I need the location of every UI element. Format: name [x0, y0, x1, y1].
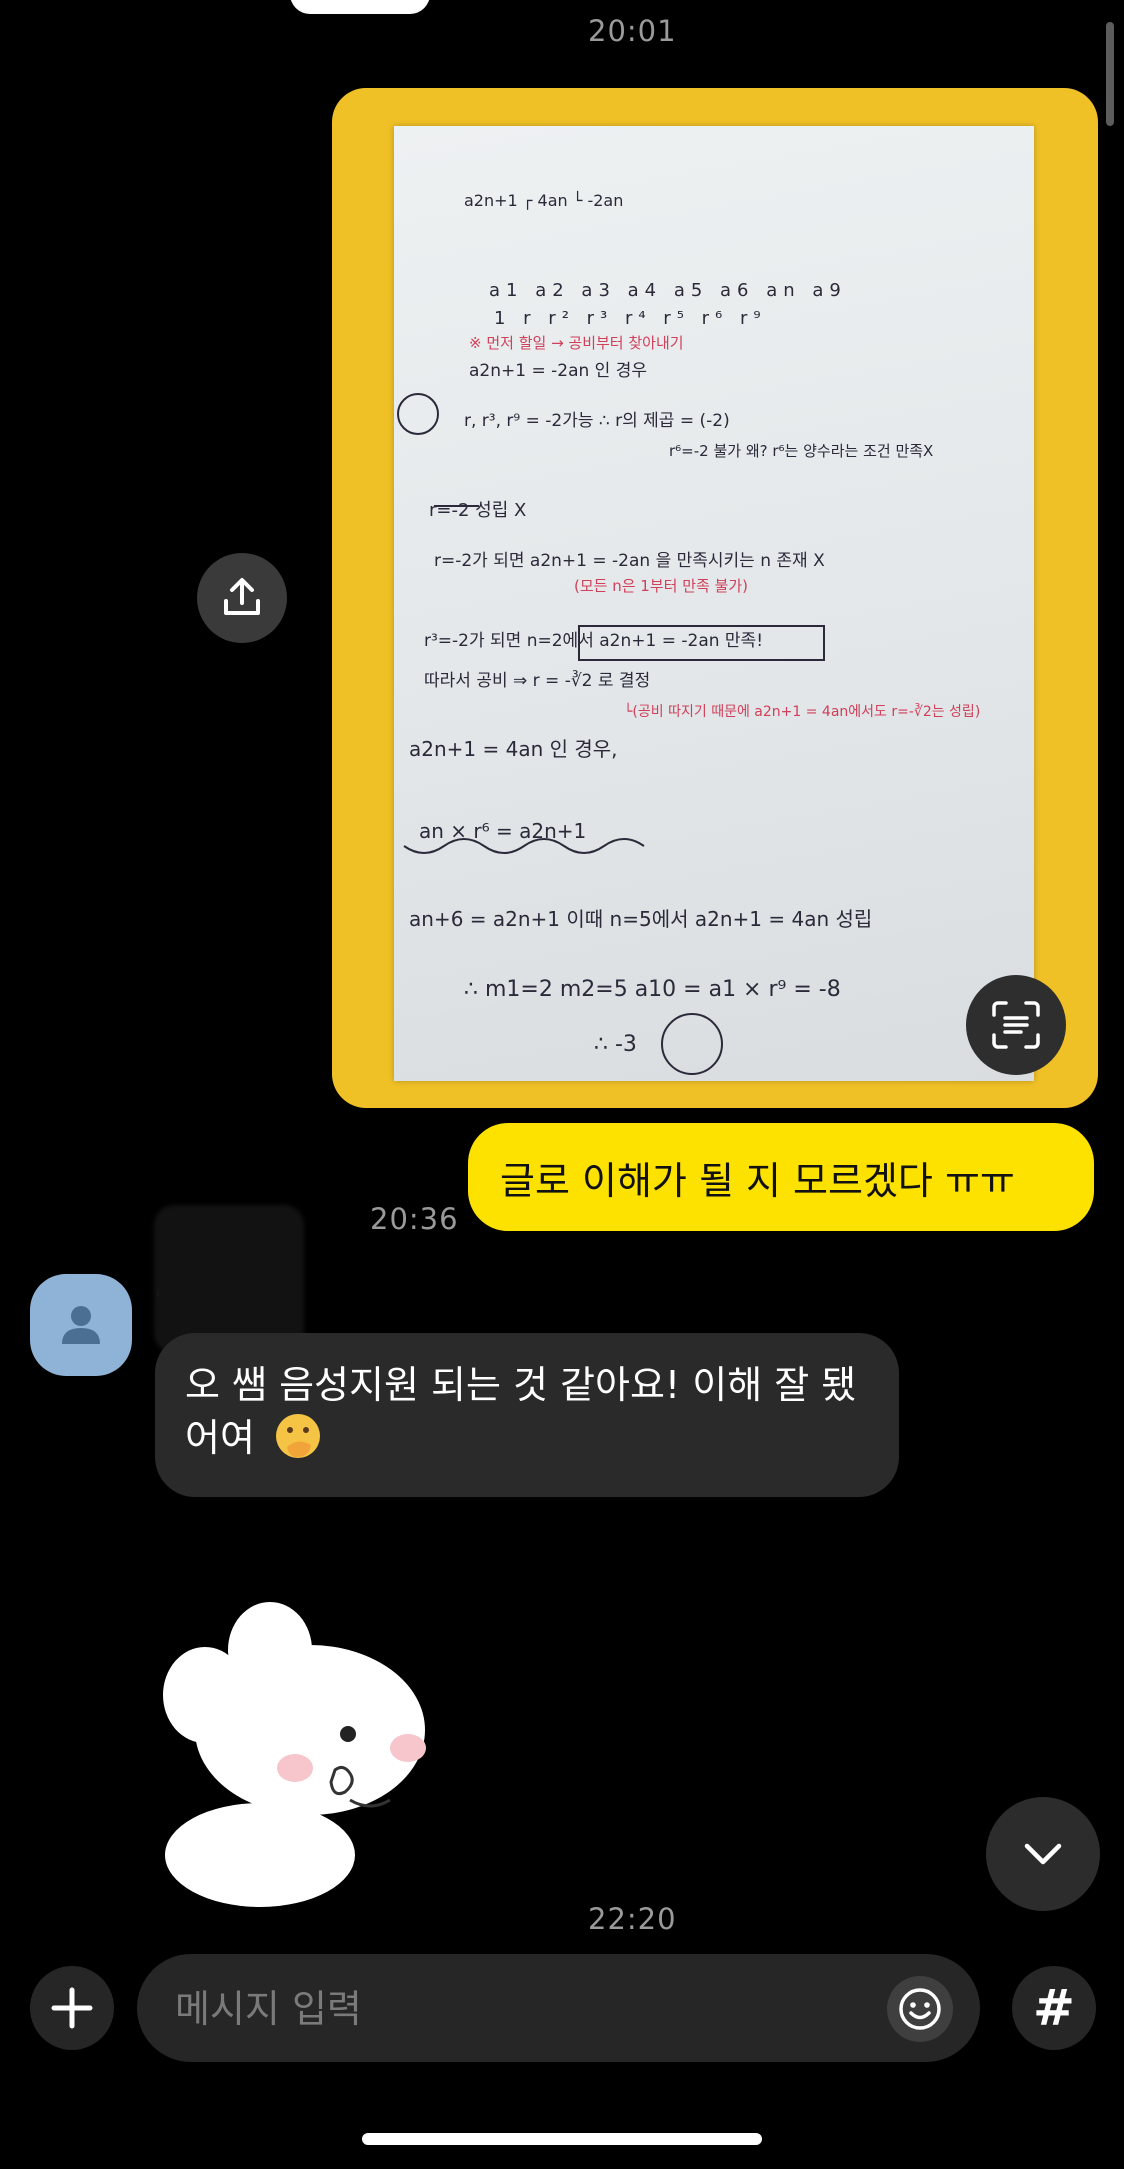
scroll-down-button[interactable] — [986, 1797, 1100, 1911]
hashtag-button[interactable]: # — [1012, 1966, 1096, 2050]
sticker-fragment — [290, 0, 430, 14]
share-icon — [224, 578, 260, 615]
home-indicator[interactable] — [362, 2133, 762, 2145]
person-icon — [62, 1306, 100, 1344]
chevron-down-icon — [1024, 1843, 1062, 1865]
text-scan-icon — [992, 1001, 1040, 1049]
text-scan-button[interactable] — [966, 975, 1066, 1075]
message-input-box[interactable] — [137, 1954, 980, 2064]
face-with-hand-over-mouth-icon — [276, 1414, 321, 1458]
timestamp: 20:36 — [370, 1202, 459, 1236]
scrollbar[interactable] — [1106, 22, 1114, 126]
note-line: r⁶=-2 불가 왜? r⁶는 양수라는 조건 만족X — [669, 442, 933, 460]
note-line: (모든 n은 1부터 만족 불가) — [574, 577, 748, 595]
timestamp: 22:20 — [588, 1902, 677, 1936]
note-line: 1 r r² r³ r⁴ r⁵ r⁶ r⁹ — [494, 308, 767, 329]
emoji-button[interactable] — [887, 1976, 953, 2042]
message-input[interactable] — [173, 1954, 857, 2064]
avatar[interactable] — [30, 1274, 132, 1376]
note-line: r=-2 성립 X — [429, 500, 526, 521]
bunny-sticker[interactable] — [150, 1600, 460, 1910]
redaction — [154, 1205, 304, 1353]
smiley-icon — [899, 1988, 941, 2030]
note-line: ※ 먼저 할일 → 공비부터 찾아내기 — [469, 334, 684, 352]
note-line: ∴ -3 — [594, 1032, 637, 1057]
outgoing-message[interactable]: 글로 이해가 될 지 모르겠다 ㅠㅠ — [468, 1123, 1094, 1231]
photo-message[interactable]: a2n+1 ┌ 4an └ -2an a1 a2 a3 a4 a5 a6 an … — [332, 88, 1098, 1108]
note-line: a2n+1 = 4an 인 경우, — [409, 737, 618, 761]
note-line: r, r³, r⁹ = -2가능 ∴ r의 제곱 = (-2) — [464, 411, 730, 431]
note-line: 따라서 공비 ⇒ r = -∛2 로 결정 — [424, 670, 650, 691]
share-button[interactable] — [197, 553, 287, 643]
note-line: r=-2가 되면 a2n+1 = -2an 을 만족시키는 n 존재 X — [434, 551, 825, 571]
note-line: an+6 = a2n+1 이때 n=5에서 a2n+1 = 4an 성립 — [409, 907, 872, 931]
incoming-message[interactable]: 오 쌤 음성지원 되는 것 같아요! 이해 잘 됐어여 — [155, 1333, 899, 1497]
note-line: ∴ m1=2 m2=5 a10 = a1 × r⁹ = -8 — [464, 977, 841, 1002]
note-line: a2n+1 = -2an 인 경우 — [469, 361, 647, 381]
handwritten-note: a2n+1 ┌ 4an └ -2an a1 a2 a3 a4 a5 a6 an … — [394, 126, 1034, 1081]
note-line: a1 a2 a3 a4 a5 a6 an a9 — [489, 280, 847, 301]
message-text: 글로 이해가 될 지 모르겠다 ㅠㅠ — [500, 1158, 1015, 1203]
note-line: a2n+1 ┌ 4an └ -2an — [464, 190, 623, 210]
note-line: r³=-2가 되면 n=2에서 a2n+1 = -2an 만족! — [424, 631, 763, 651]
note-line: an × r⁶ = a2n+1 — [419, 819, 586, 843]
timestamp: 20:01 — [588, 14, 677, 48]
hash-icon: # — [1033, 1979, 1075, 2037]
plus-icon — [51, 1987, 93, 2029]
note-line: └(공비 따지기 때문에 a2n+1 = 4an에서도 r=-∛2는 성립) — [624, 703, 980, 720]
attach-button[interactable] — [30, 1966, 114, 2050]
